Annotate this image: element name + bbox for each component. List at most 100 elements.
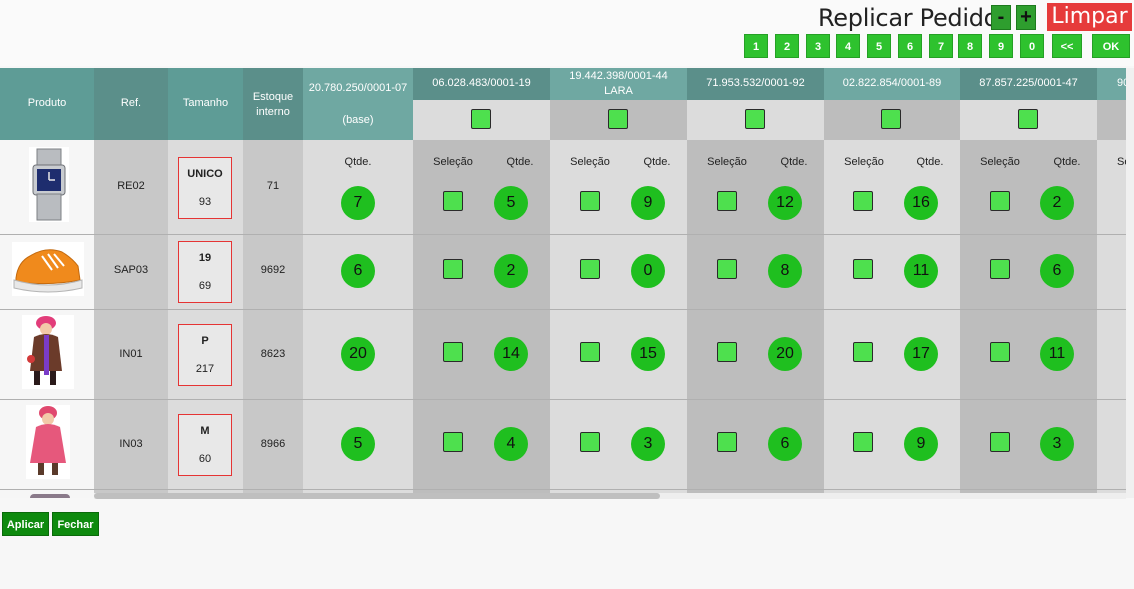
- row-2-size: 19: [198, 252, 212, 264]
- row-4-store-3-checkbox[interactable]: [717, 432, 737, 452]
- row-4-base-qty[interactable]: 5: [341, 427, 375, 461]
- row-2-store-3-qty[interactable]: 8: [768, 254, 802, 288]
- header-store-3: 71.953.532/0001-92: [687, 68, 824, 100]
- col-store-6-bg: [1097, 140, 1126, 498]
- keypad-button-4[interactable]: 4: [836, 34, 860, 58]
- store-5-select-all-checkbox[interactable]: [1018, 109, 1038, 129]
- row-4-store-1-checkbox[interactable]: [443, 432, 463, 452]
- row-4-size-box: M 60: [178, 414, 232, 476]
- store-6-cnpj: 90: [1117, 77, 1126, 89]
- row-4-store-5-checkbox[interactable]: [990, 432, 1010, 452]
- row-2-store-2-checkbox[interactable]: [580, 259, 600, 279]
- row-2-store-4-checkbox[interactable]: [853, 259, 873, 279]
- col-store-1-bg: [413, 140, 550, 498]
- apply-button[interactable]: Aplicar: [2, 512, 49, 536]
- row-3-size-qty: 217: [195, 363, 215, 375]
- store-4-select-all-checkbox[interactable]: [881, 109, 901, 129]
- row-divider: [0, 309, 1126, 310]
- row-3-store-1-qty[interactable]: 14: [494, 337, 528, 371]
- header-store-1: 06.028.483/0001-19: [413, 68, 550, 100]
- keypad-button-1[interactable]: 1: [744, 34, 768, 58]
- row-3-store-4-checkbox[interactable]: [853, 342, 873, 362]
- header-ref: Ref.: [94, 68, 168, 140]
- girl-pink-coat-image: [26, 405, 70, 479]
- keypad-button-7[interactable]: 7: [929, 34, 953, 58]
- row-4-store-5-qty[interactable]: 3: [1040, 427, 1074, 461]
- store-3-select-all-checkbox[interactable]: [745, 109, 765, 129]
- row-2-store-4-qty[interactable]: 11: [904, 254, 938, 288]
- base-qtde-label: Qtde.: [344, 156, 372, 168]
- row-3-store-4-qty[interactable]: 17: [904, 337, 938, 371]
- header-estoque-label: Estoque interno: [252, 91, 294, 118]
- row-divider: [0, 234, 1126, 235]
- row-2-store-2-qty[interactable]: 0: [631, 254, 665, 288]
- row-3-size: P: [201, 335, 209, 347]
- row-3-stock: 8623: [260, 348, 286, 360]
- store-2-select-all-checkbox[interactable]: [608, 109, 628, 129]
- keypad-button-6[interactable]: 6: [898, 34, 922, 58]
- row-2-store-5-qty[interactable]: 6: [1040, 254, 1074, 288]
- page-title: Replicar Pedido: [818, 4, 999, 32]
- horizontal-scrollbar-thumb[interactable]: [94, 493, 660, 499]
- row-3-store-5-checkbox[interactable]: [990, 342, 1010, 362]
- row-2-store-1-qty[interactable]: 2: [494, 254, 528, 288]
- keypad-button-3[interactable]: 3: [806, 34, 830, 58]
- row-3-store-2-qty[interactable]: 15: [631, 337, 665, 371]
- row-1-store-2-checkbox[interactable]: [580, 191, 600, 211]
- store-2-qtde-label: Qtde.: [643, 156, 671, 168]
- store-1-selecao-label: Seleção: [433, 156, 473, 168]
- store-5-selecao-label: Seleção: [980, 156, 1020, 168]
- store-1-select-all-checkbox[interactable]: [471, 109, 491, 129]
- store-5-qtde-label: Qtde.: [1053, 156, 1081, 168]
- clear-button[interactable]: Limpar: [1047, 3, 1132, 31]
- header-base-label: (base): [342, 114, 374, 126]
- keypad-button-0[interactable]: 0: [1020, 34, 1044, 58]
- row-1-store-1-qty[interactable]: 5: [494, 186, 528, 220]
- row-3-store-2-checkbox[interactable]: [580, 342, 600, 362]
- row-3-store-3-qty[interactable]: 20: [768, 337, 802, 371]
- row-1-store-3-checkbox[interactable]: [717, 191, 737, 211]
- row-3-size-box: P 217: [178, 324, 232, 386]
- store-4-qtde-label: Qtde.: [916, 156, 944, 168]
- close-button[interactable]: Fechar: [52, 512, 99, 536]
- store-2-cnpj: 19.442.398/0001-44: [569, 70, 668, 82]
- row-4-store-1-qty[interactable]: 4: [494, 427, 528, 461]
- decrement-button[interactable]: -: [991, 5, 1011, 30]
- row-1-store-4-qty[interactable]: 16: [904, 186, 938, 220]
- vertical-scrollbar[interactable]: [1126, 68, 1134, 498]
- keypad-button-2[interactable]: 2: [775, 34, 799, 58]
- row-3-base-qty[interactable]: 20: [341, 337, 375, 371]
- increment-button[interactable]: +: [1016, 5, 1036, 30]
- row-3-store-3-checkbox[interactable]: [717, 342, 737, 362]
- row-4-size-qty: 60: [198, 453, 212, 465]
- keypad-ok-button[interactable]: OK: [1092, 34, 1130, 58]
- row-4-store-4-qty[interactable]: 9: [904, 427, 938, 461]
- keypad-button-8[interactable]: 8: [958, 34, 982, 58]
- row-1-stock: 71: [266, 180, 280, 192]
- row-3-store-1-checkbox[interactable]: [443, 342, 463, 362]
- row-2-store-1-checkbox[interactable]: [443, 259, 463, 279]
- keypad-backspace-button[interactable]: <<: [1052, 34, 1082, 58]
- row-1-store-5-checkbox[interactable]: [990, 191, 1010, 211]
- store-1-select-all-cell: [413, 100, 550, 140]
- row-4-store-3-qty[interactable]: 6: [768, 427, 802, 461]
- row-4-store-2-checkbox[interactable]: [580, 432, 600, 452]
- row-1-base-qty[interactable]: 7: [341, 186, 375, 220]
- row-1-store-1-checkbox[interactable]: [443, 191, 463, 211]
- shoe-image: [12, 242, 84, 296]
- row-2-store-3-checkbox[interactable]: [717, 259, 737, 279]
- row-4-store-4-checkbox[interactable]: [853, 432, 873, 452]
- keypad-button-5[interactable]: 5: [867, 34, 891, 58]
- row-1-store-2-qty[interactable]: 9: [631, 186, 665, 220]
- row-1-store-3-qty[interactable]: 12: [768, 186, 802, 220]
- keypad-button-9[interactable]: 9: [989, 34, 1013, 58]
- header-estoque: Estoque interno: [243, 68, 303, 140]
- row-3-store-5-qty[interactable]: 11: [1040, 337, 1074, 371]
- row-1-store-5-qty[interactable]: 2: [1040, 186, 1074, 220]
- row-4-store-2-qty[interactable]: 3: [631, 427, 665, 461]
- row-1-store-4-checkbox[interactable]: [853, 191, 873, 211]
- store-5-cnpj: 87.857.225/0001-47: [979, 77, 1078, 89]
- row-1-ref: RE02: [117, 180, 145, 192]
- row-2-store-5-checkbox[interactable]: [990, 259, 1010, 279]
- row-2-base-qty[interactable]: 6: [341, 254, 375, 288]
